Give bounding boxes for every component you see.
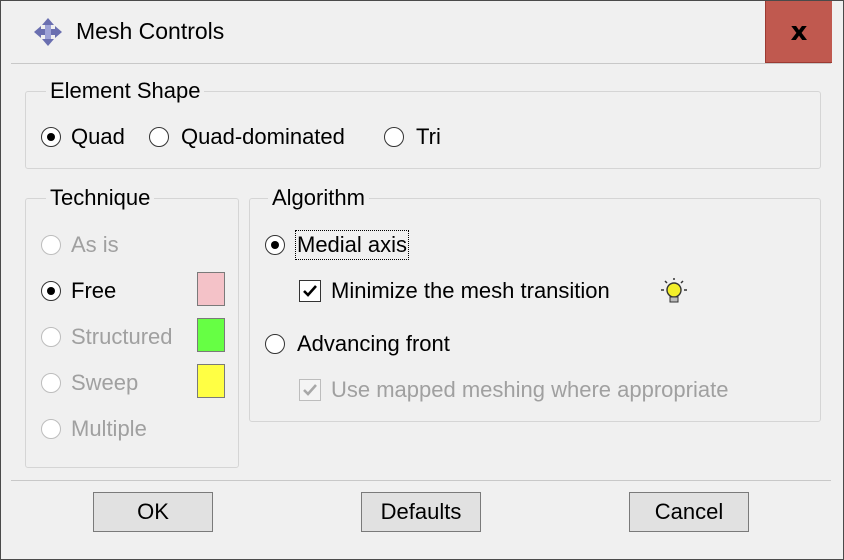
technique-multiple-option[interactable]: Multiple <box>41 416 147 442</box>
shape-tri-label: Tri <box>416 124 441 149</box>
technique-structured-label: Structured <box>71 324 173 349</box>
radio-unchecked-icon[interactable] <box>41 419 61 439</box>
defaults-button[interactable]: Defaults <box>361 492 481 532</box>
radio-unchecked-icon[interactable] <box>41 235 61 255</box>
shape-quad-label: Quad <box>71 124 125 149</box>
radio-checked-icon[interactable] <box>41 281 61 301</box>
title-bar[interactable]: Mesh Controls x <box>1 1 843 63</box>
window-title: Mesh Controls <box>76 18 225 44</box>
radio-unchecked-icon[interactable] <box>265 334 285 354</box>
mesh-controls-app-icon <box>34 18 62 46</box>
radio-unchecked-icon[interactable] <box>41 373 61 393</box>
technique-as-is-option[interactable]: As is <box>41 232 119 258</box>
title-separator <box>11 63 831 64</box>
close-icon: x <box>790 16 808 47</box>
technique-title: Technique <box>46 185 155 211</box>
button-separator <box>11 480 831 481</box>
technique-free-label: Free <box>71 278 117 303</box>
radio-unchecked-icon[interactable] <box>149 127 169 147</box>
structured-color-swatch <box>197 318 225 352</box>
radio-checked-icon[interactable] <box>265 235 285 255</box>
technique-free-option[interactable]: Free <box>41 278 116 304</box>
close-button[interactable]: x <box>765 1 832 63</box>
mesh-controls-dialog: Mesh Controls x Element Shape Quad Quad-… <box>0 0 844 560</box>
algorithm-medial-axis-option[interactable]: Medial axis <box>265 230 410 260</box>
checkbox-checked-icon[interactable] <box>299 280 321 302</box>
algorithm-advancing-front-label: Advancing front <box>297 331 450 356</box>
technique-structured-option[interactable]: Structured <box>41 324 173 350</box>
element-shape-title: Element Shape <box>46 78 205 104</box>
technique-sweep-option[interactable]: Sweep <box>41 370 138 396</box>
algorithm-title: Algorithm <box>268 185 369 211</box>
radio-unchecked-icon[interactable] <box>384 127 404 147</box>
algorithm-advancing-front-option[interactable]: Advancing front <box>265 331 450 357</box>
technique-multiple-label: Multiple <box>71 416 147 441</box>
radio-checked-icon[interactable] <box>41 127 61 147</box>
technique-sweep-label: Sweep <box>71 370 139 395</box>
algorithm-medial-axis-label: Medial axis <box>294 230 410 260</box>
mapped-meshing-option[interactable]: Use mapped meshing where appropriate <box>299 377 728 403</box>
shape-tri-option[interactable]: Tri <box>384 124 441 150</box>
cancel-button[interactable]: Cancel <box>629 492 749 532</box>
shape-quad-option[interactable]: Quad <box>41 124 125 150</box>
mapped-meshing-label: Use mapped meshing where appropriate <box>331 377 729 402</box>
minimize-transition-option[interactable]: Minimize the mesh transition <box>299 278 610 304</box>
technique-as-is-label: As is <box>71 232 119 257</box>
shape-quad-dominated-label: Quad-dominated <box>181 124 345 149</box>
ok-button[interactable]: OK <box>93 492 213 532</box>
radio-unchecked-icon[interactable] <box>41 327 61 347</box>
free-color-swatch <box>197 272 225 306</box>
sweep-color-swatch <box>197 364 225 398</box>
lightbulb-icon[interactable] <box>657 277 691 307</box>
checkbox-checked-icon[interactable] <box>299 379 321 401</box>
minimize-transition-label: Minimize the mesh transition <box>331 278 610 303</box>
shape-quad-dominated-option[interactable]: Quad-dominated <box>149 124 345 150</box>
